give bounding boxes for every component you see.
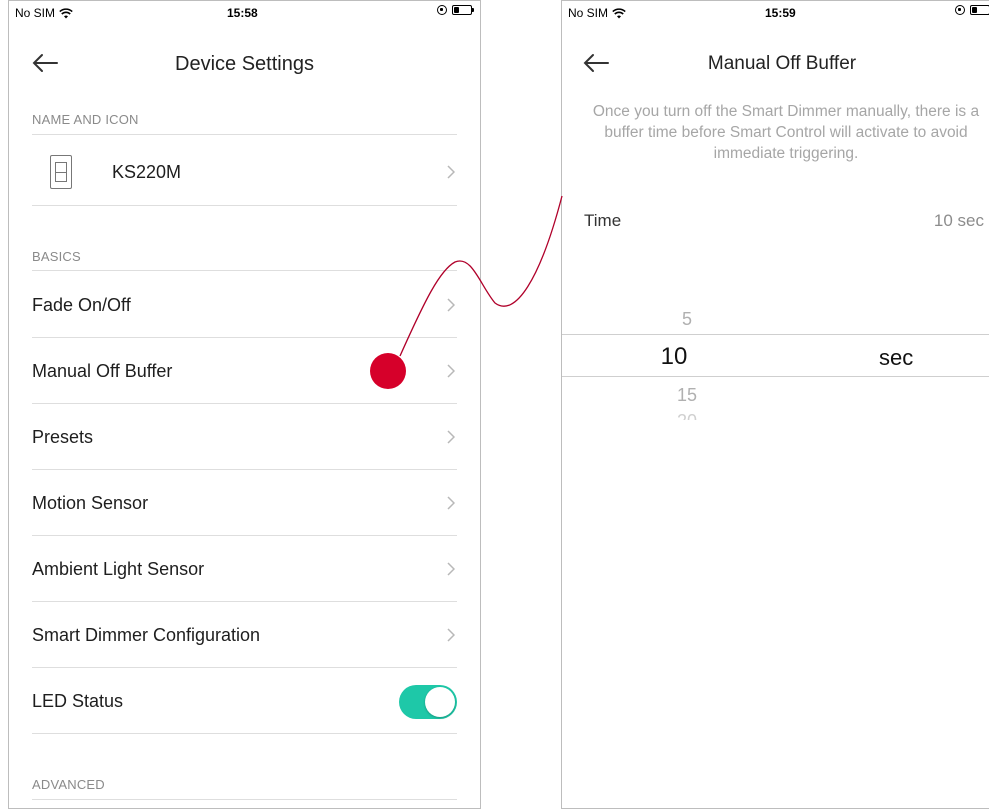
section-header-basics: BASICS xyxy=(32,249,81,264)
battery-icon xyxy=(970,5,989,15)
page-title: Manual Off Buffer xyxy=(707,53,857,74)
chevron-right-icon xyxy=(447,165,455,179)
divider xyxy=(32,134,457,135)
battery-icon xyxy=(452,5,474,15)
status-icons xyxy=(437,5,474,15)
settings-item-label: LED Status xyxy=(32,690,124,711)
time-picker[interactable]: 5 10 sec 15 20 xyxy=(562,301,989,431)
chevron-right-icon xyxy=(447,496,455,510)
nav-bar: Device Settings xyxy=(9,41,480,89)
picker-unit: sec xyxy=(879,345,914,370)
carrier-label: No SIM xyxy=(568,6,609,20)
picker-selection-line xyxy=(562,334,989,335)
chevron-right-icon xyxy=(447,628,455,642)
settings-item-fade-on-off[interactable]: Fade On/Off xyxy=(32,272,457,338)
carrier-group: No SIM xyxy=(568,6,626,20)
clock: 15:58 xyxy=(227,6,258,20)
toggle-knob xyxy=(425,687,455,717)
chevron-right-icon xyxy=(447,298,455,312)
description-text: Once you turn off the Smart Dimmer manua… xyxy=(592,103,980,162)
settings-item-label: Motion Sensor xyxy=(32,492,149,513)
divider xyxy=(32,799,457,800)
chevron-right-icon xyxy=(447,562,455,576)
manual-off-buffer-screen: No SIM 15:59 Manual Off Buffer Once you … xyxy=(561,0,989,809)
status-bar: No SIM 15:58 xyxy=(9,1,480,23)
chevron-right-icon xyxy=(447,364,455,378)
settings-item-led-status: LED Status xyxy=(32,668,457,734)
divider xyxy=(32,205,457,206)
page-title: Device Settings xyxy=(175,53,314,75)
divider xyxy=(32,270,457,271)
divider xyxy=(32,733,457,734)
rotation-lock-icon xyxy=(437,5,447,15)
clock: 15:59 xyxy=(765,6,796,20)
settings-item-label: Smart Dimmer Configuration xyxy=(32,624,261,645)
status-icons xyxy=(955,5,989,15)
nav-bar: Manual Off Buffer xyxy=(562,41,989,89)
settings-item-presets[interactable]: Presets xyxy=(32,404,457,470)
device-name-row[interactable]: KS220M xyxy=(32,139,457,205)
picker-option-partial: 20 xyxy=(657,411,717,420)
device-settings-screen: No SIM 15:58 Device Settings NAME AND IC… xyxy=(8,0,481,809)
wifi-icon xyxy=(59,7,73,18)
settings-item-smart-dimmer-configuration[interactable]: Smart Dimmer Configuration xyxy=(32,602,457,668)
settings-item-label: Fade On/Off xyxy=(32,294,131,315)
section-header-advanced: ADVANCED xyxy=(32,777,105,792)
chevron-right-icon xyxy=(447,430,455,444)
section-header-name-and-icon: NAME AND ICON xyxy=(32,112,139,127)
picker-selected-value[interactable]: 10 xyxy=(644,343,704,371)
picker-option[interactable]: 5 xyxy=(657,309,717,330)
time-value: 10 sec xyxy=(933,211,984,230)
settings-item-label: Presets xyxy=(32,426,94,447)
picker-selection-line xyxy=(562,376,989,377)
settings-item-label: Ambient Light Sensor xyxy=(32,558,205,579)
time-label: Time xyxy=(584,211,622,230)
settings-item-motion-sensor[interactable]: Motion Sensor xyxy=(32,470,457,536)
carrier-label: No SIM xyxy=(15,6,56,20)
wifi-icon xyxy=(612,7,626,18)
picker-option[interactable]: 15 xyxy=(657,385,717,406)
dimmer-switch-icon xyxy=(50,155,72,189)
settings-item-label: Manual Off Buffer xyxy=(32,360,173,381)
canvas: No SIM 15:58 Device Settings NAME AND IC… xyxy=(0,0,989,809)
rotation-lock-icon xyxy=(955,5,965,15)
tap-indicator-dot xyxy=(370,353,406,389)
device-name: KS220M xyxy=(112,161,182,182)
settings-item-ambient-light-sensor[interactable]: Ambient Light Sensor xyxy=(32,536,457,602)
carrier-group: No SIM xyxy=(15,6,73,20)
time-row: Time 10 sec xyxy=(584,211,989,235)
led-status-toggle[interactable] xyxy=(399,685,457,719)
status-bar: No SIM 15:59 xyxy=(562,1,989,23)
picker-option-partial-text: 20 xyxy=(677,411,697,420)
